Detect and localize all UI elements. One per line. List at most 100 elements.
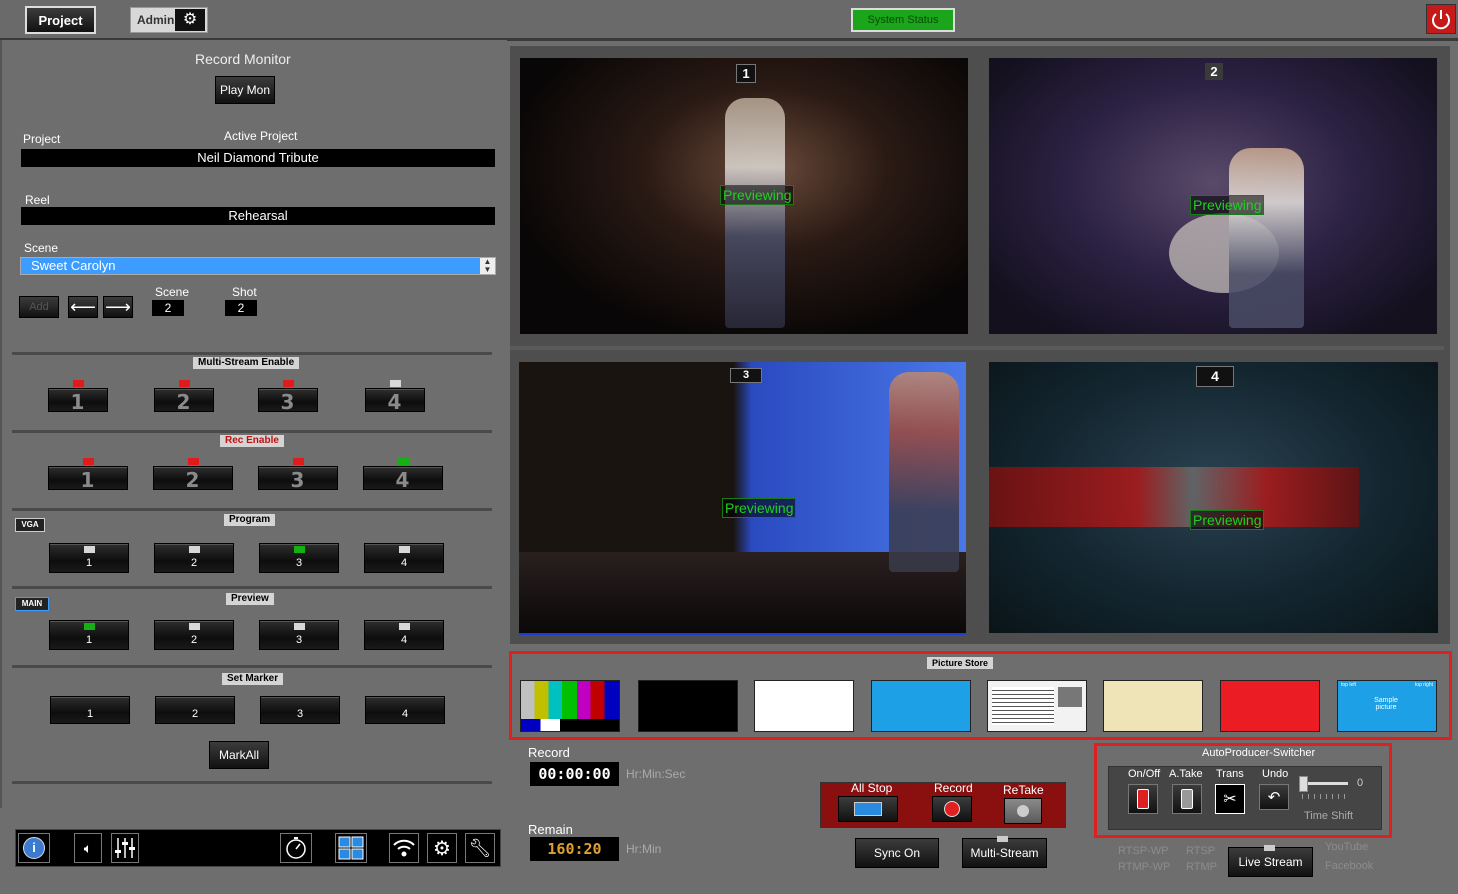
document-image [1058, 687, 1082, 707]
all-stop-button[interactable] [838, 796, 898, 822]
youtube-label[interactable]: YouTube [1325, 841, 1368, 853]
picture-store-white[interactable] [754, 680, 854, 732]
facebook-label[interactable]: Facebook [1325, 860, 1373, 872]
rec-enable-button-3[interactable]: 3 [258, 458, 338, 492]
atake-button[interactable] [1172, 784, 1202, 814]
preview-button-2[interactable]: 2 [154, 620, 234, 650]
mixer-button[interactable] [111, 833, 139, 863]
multistream-button-1[interactable]: 1 [48, 380, 108, 414]
preview-led-1 [84, 623, 95, 630]
network-button[interactable] [389, 833, 419, 863]
rtmp-label[interactable]: RTMP [1186, 861, 1217, 873]
set-marker-button-1[interactable]: 1 [50, 696, 130, 724]
stop-icon [854, 802, 882, 816]
record-button[interactable] [932, 796, 972, 822]
shot-label: Shot [232, 285, 257, 299]
retake-button[interactable] [1004, 798, 1042, 824]
play-mon-button[interactable]: Play Mon [215, 76, 275, 104]
multistream-led-3 [283, 380, 294, 387]
onoff-label: On/Off [1128, 768, 1161, 780]
camera-number-3[interactable]: 3 [730, 368, 762, 383]
preview-title: Preview [226, 593, 274, 605]
rec-enable-button-4[interactable]: 4 [363, 458, 443, 492]
settings-button[interactable]: ⚙ [427, 833, 457, 863]
rtsp-wp-label[interactable]: RTSP-WP [1118, 845, 1169, 857]
previewing-label-2: Previewing [1190, 195, 1265, 215]
picture-store-colorbars[interactable] [520, 680, 620, 732]
info-button[interactable]: i [18, 833, 50, 863]
camera-number-4[interactable]: 4 [1196, 366, 1234, 387]
preview-led-3 [294, 623, 305, 630]
multistream-button-3[interactable]: 3 [258, 380, 318, 414]
project-button[interactable]: Project [25, 6, 96, 34]
next-scene-button[interactable]: ⟶ [103, 296, 133, 318]
divider [12, 586, 492, 589]
preview-button-1[interactable]: 1 [49, 620, 129, 650]
power-button[interactable] [1426, 4, 1456, 34]
layout-button[interactable] [335, 833, 367, 863]
remain-time: 160:20 [530, 837, 619, 861]
toggle-off-icon [1181, 789, 1193, 809]
picture-store-blue[interactable] [871, 680, 971, 732]
document-lines [992, 687, 1054, 725]
sample-corner-right: top right [1414, 682, 1433, 688]
picture-store-red[interactable] [1220, 680, 1320, 732]
program-button-3[interactable]: 3 [259, 543, 339, 573]
rec-enable-led-3 [293, 458, 304, 465]
preview-button-4[interactable]: 4 [364, 620, 444, 650]
preview-button-label: 3 [295, 634, 303, 646]
set-marker-button-4[interactable]: 4 [365, 696, 445, 724]
system-status-indicator[interactable]: System Status [851, 8, 955, 32]
reel-label: Reel [25, 193, 50, 207]
undo-button[interactable]: ↶ [1259, 784, 1289, 810]
audio-button[interactable]: 🔈︎ [74, 833, 102, 863]
picture-store-document[interactable] [987, 680, 1087, 732]
tools-button[interactable]: 🔧︎ [465, 833, 495, 863]
vga-tag: VGA [15, 518, 45, 532]
multistream-button-2[interactable]: 2 [154, 380, 214, 414]
admin-button[interactable]: Admin ⚙ [130, 7, 208, 33]
spinner-icon[interactable]: ▲ ▼ [480, 258, 495, 274]
program-button-1[interactable]: 1 [49, 543, 129, 573]
multistream-button-4[interactable]: 4 [365, 380, 425, 414]
live-stream-button[interactable]: Live Stream [1228, 847, 1313, 877]
prev-scene-button[interactable]: ⟵ [68, 296, 98, 318]
rec-enable-button-label: 2 [185, 468, 201, 492]
scene-dropdown[interactable]: Sweet Carolyn ▲ ▼ [20, 257, 496, 275]
sample-picture-text: Sample picture [1374, 697, 1398, 711]
previewing-label-3: Previewing [722, 498, 797, 518]
preview-button-3[interactable]: 3 [259, 620, 339, 650]
program-button-2[interactable]: 2 [154, 543, 234, 573]
rtsp-label[interactable]: RTSP [1186, 845, 1215, 857]
picture-store-black[interactable] [638, 680, 738, 732]
rtmp-wp-label[interactable]: RTMP-WP [1118, 861, 1170, 873]
atake-label: A.Take [1169, 768, 1203, 780]
record-icon [944, 801, 960, 817]
add-scene-button[interactable]: Add [19, 296, 59, 318]
sync-on-button[interactable]: Sync On [855, 838, 939, 868]
markall-button[interactable]: MarkAll [209, 741, 269, 769]
camera-view-4[interactable] [989, 362, 1438, 633]
trans-button[interactable]: ✂ [1215, 784, 1245, 814]
picture-store-sample[interactable]: top left top right Sample picture [1337, 680, 1437, 732]
toggle-on-icon [1137, 789, 1149, 809]
arrow-left-icon: ⟵ [70, 297, 96, 317]
program-button-4[interactable]: 4 [364, 543, 444, 573]
multi-stream-button[interactable]: Multi-Stream [962, 838, 1047, 868]
time-shift-slider-handle[interactable] [1299, 776, 1308, 792]
set-marker-button-2[interactable]: 2 [155, 696, 235, 724]
rec-enable-button-1[interactable]: 1 [48, 458, 128, 492]
camera-number-2[interactable]: 2 [1205, 63, 1223, 80]
timer-button[interactable] [280, 833, 312, 863]
tools-icon: 🔧︎ [468, 837, 492, 858]
onoff-button[interactable] [1128, 784, 1158, 814]
scene-dropdown-value: Sweet Carolyn [31, 258, 116, 273]
project-field[interactable]: Neil Diamond Tribute [21, 149, 495, 167]
multistream-button-label: 2 [176, 390, 192, 414]
rec-enable-button-2[interactable]: 2 [153, 458, 233, 492]
set-marker-button-3[interactable]: 3 [260, 696, 340, 724]
picture-store-cream[interactable] [1103, 680, 1203, 732]
reel-field[interactable]: Rehearsal [21, 207, 495, 225]
previewing-label-4: Previewing [1190, 510, 1265, 530]
camera-number-1[interactable]: 1 [736, 64, 756, 83]
